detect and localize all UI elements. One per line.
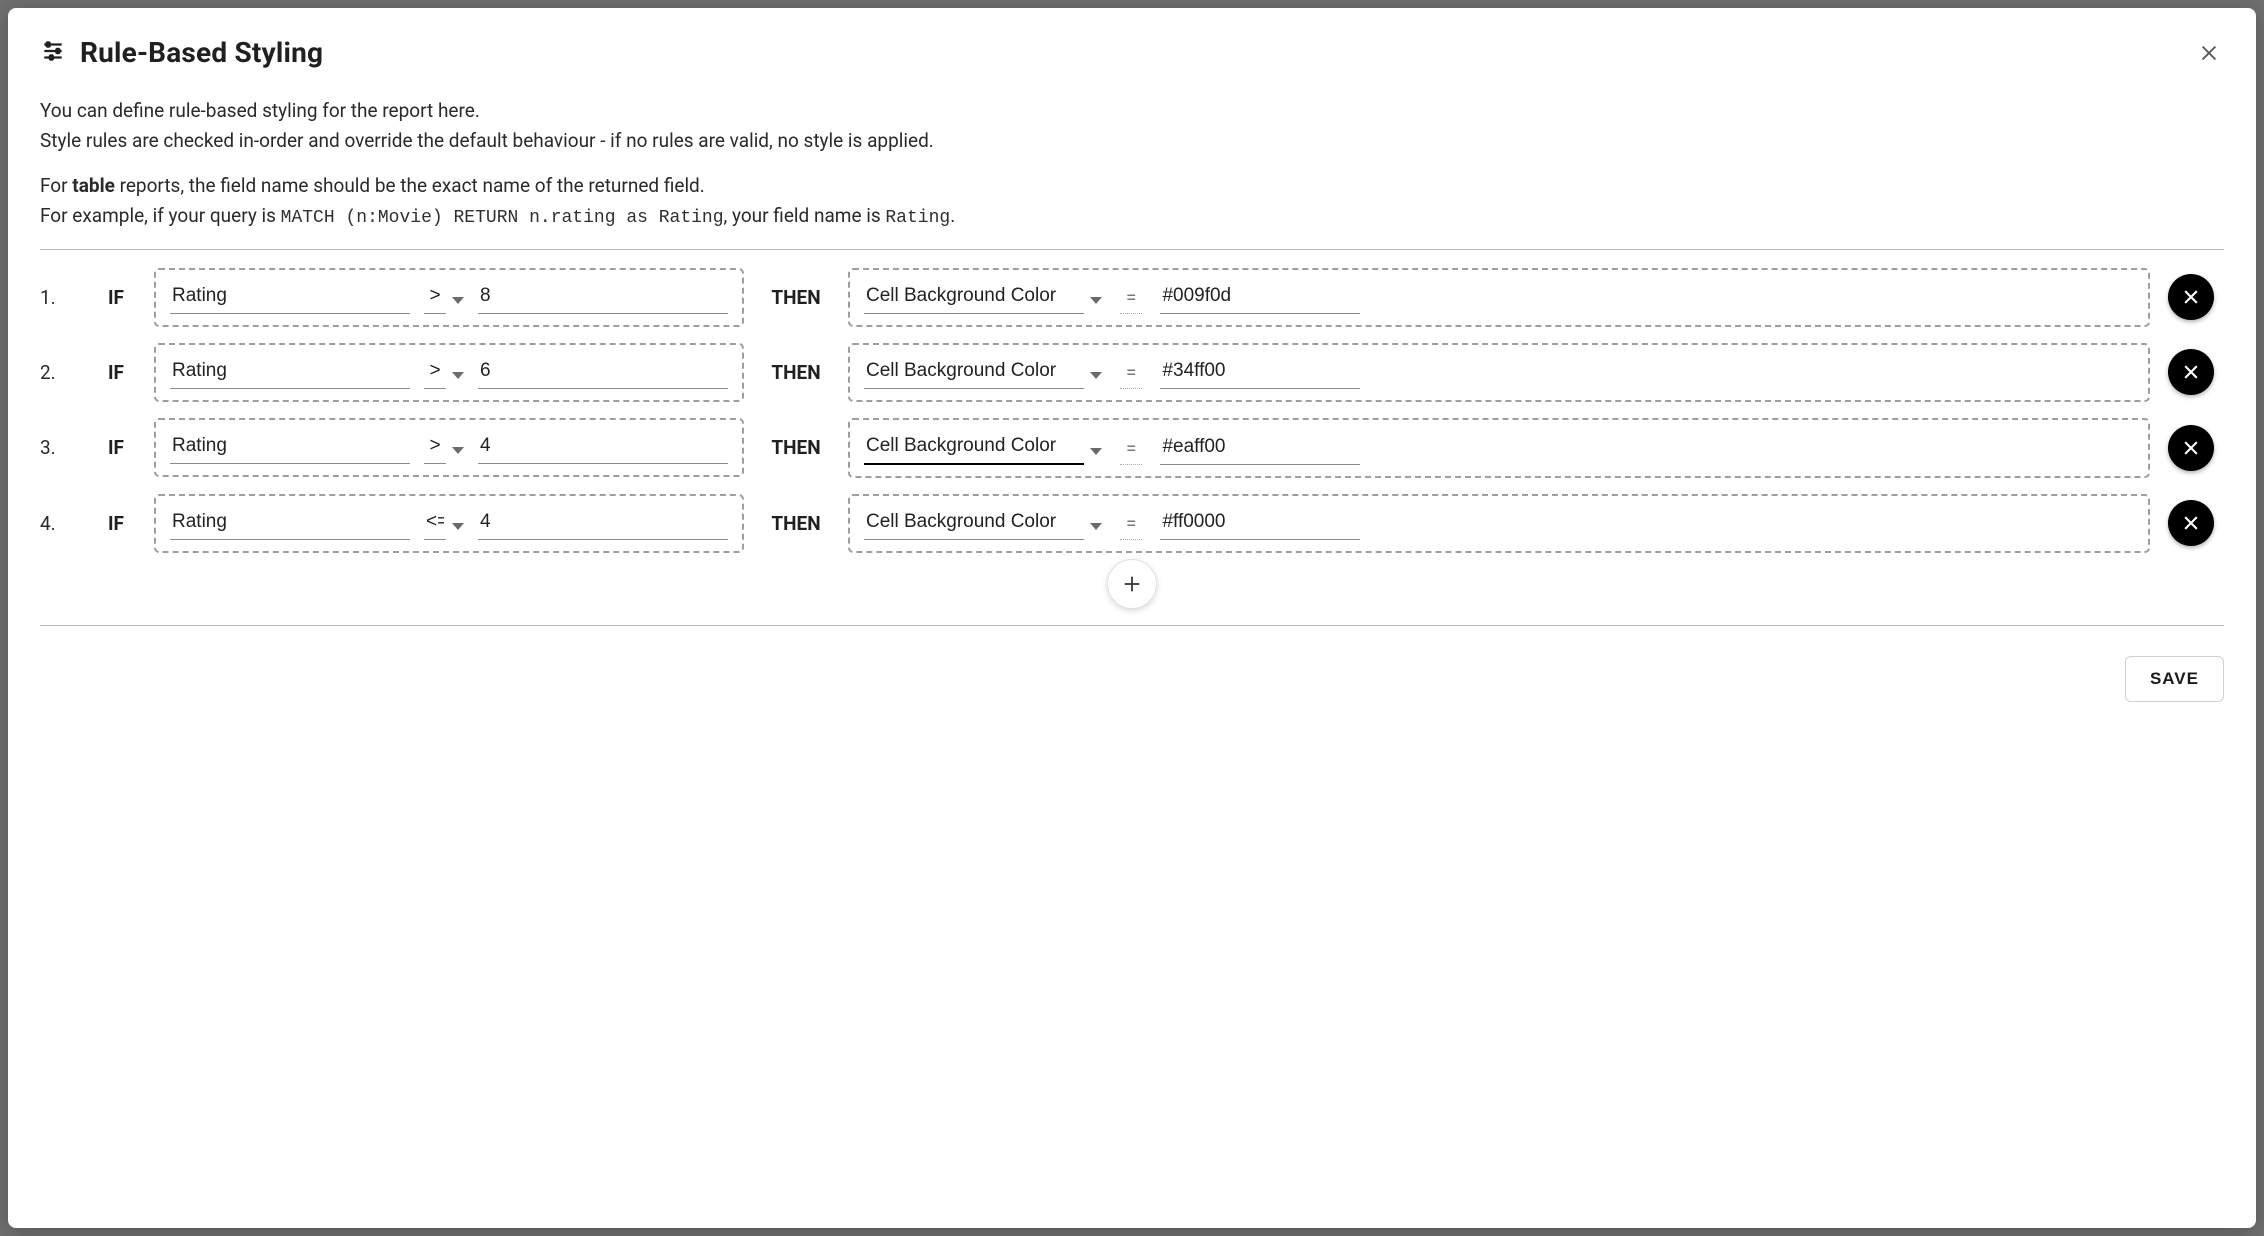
target-select[interactable] [864,281,1102,314]
operator-select[interactable] [424,356,464,389]
then-keyword: THEN [762,436,830,459]
value-input[interactable] [478,356,728,389]
operator-input[interactable] [424,281,446,314]
example-query-code: MATCH (n:Movie) RETURN n.rating as Ratin… [281,208,724,228]
target-select[interactable] [864,431,1102,465]
add-rule-button[interactable] [1107,559,1157,609]
rule-row: 3. IF THEN = [40,418,2224,478]
dialog-footer: SAVE [40,656,2224,702]
result-value-input[interactable] [1160,281,1360,314]
chevron-down-icon[interactable] [452,447,464,454]
target-input[interactable] [864,356,1084,389]
chevron-down-icon[interactable] [1090,372,1102,379]
close-icon [2181,287,2201,307]
field-name-input[interactable] [170,507,410,540]
operator-select[interactable] [424,431,464,464]
operator-input[interactable] [424,356,446,389]
result-value-input[interactable] [1160,356,1360,389]
close-button[interactable] [2194,38,2224,68]
chevron-down-icon[interactable] [452,297,464,304]
field-name-input[interactable] [170,356,410,389]
example-field-code: Rating [885,208,950,228]
then-keyword: THEN [762,361,830,384]
equals-sign[interactable]: = [1120,437,1142,465]
rule-index: 1. [40,286,78,309]
if-keyword: IF [96,286,136,309]
condition-group [154,418,744,477]
rule-styling-dialog: Rule-Based Styling You can define rule-b… [8,8,2256,1228]
target-select[interactable] [864,356,1102,389]
footer-divider [40,625,2224,626]
delete-rule-button[interactable] [2168,274,2214,320]
delete-rule-button[interactable] [2168,425,2214,471]
chevron-down-icon[interactable] [452,523,464,530]
equals-sign[interactable]: = [1120,361,1142,389]
equals-sign[interactable]: = [1120,512,1142,540]
result-value-input[interactable] [1160,432,1360,465]
delete-rule-button[interactable] [2168,500,2214,546]
close-icon [2181,362,2201,382]
section-divider [40,249,2224,250]
operator-input[interactable] [424,431,446,464]
close-icon [2181,438,2201,458]
condition-group [154,494,744,553]
target-input[interactable] [864,281,1084,314]
value-input[interactable] [478,507,728,540]
save-button[interactable]: SAVE [2125,656,2224,702]
intro-line-1: You can define rule-based styling for th… [40,97,2224,125]
equals-sign[interactable]: = [1120,286,1142,314]
chevron-down-icon[interactable] [452,372,464,379]
operator-input[interactable] [424,507,446,540]
then-keyword: THEN [762,286,830,309]
plus-icon [1121,573,1143,595]
rule-index: 2. [40,361,78,384]
dialog-header: Rule-Based Styling [40,36,2224,69]
condition-group [154,343,744,402]
result-group: = [848,418,2150,478]
value-input[interactable] [478,281,728,314]
field-name-input[interactable] [170,431,410,464]
operator-select[interactable] [424,507,464,540]
target-input[interactable] [864,507,1084,540]
field-name-input[interactable] [170,281,410,314]
rule-row: 1. IF THEN = [40,268,2224,327]
dialog-title: Rule-Based Styling [80,36,323,69]
if-keyword: IF [96,361,136,384]
delete-rule-button[interactable] [2168,349,2214,395]
intro-line-2: Style rules are checked in-order and ove… [40,127,2224,155]
close-icon [2181,513,2201,533]
rule-index: 4. [40,512,78,535]
value-input[interactable] [478,431,728,464]
intro-text: You can define rule-based styling for th… [40,97,2224,231]
result-value-input[interactable] [1160,507,1360,540]
condition-group [154,268,744,327]
operator-select[interactable] [424,281,464,314]
chevron-down-icon[interactable] [1090,297,1102,304]
result-group: = [848,343,2150,402]
chevron-down-icon[interactable] [1090,523,1102,530]
target-select[interactable] [864,507,1102,540]
if-keyword: IF [96,436,136,459]
rule-row: 4. IF THEN = [40,494,2224,553]
rule-index: 3. [40,436,78,459]
if-keyword: IF [96,512,136,535]
rules-list: 1. IF THEN = 2. IF THEN = 3. IF THEN = 4. IF THEN = [40,268,2224,553]
then-keyword: THEN [762,512,830,535]
result-group: = [848,494,2150,553]
chevron-down-icon[interactable] [1090,448,1102,455]
tune-icon [40,38,66,68]
rule-row: 2. IF THEN = [40,343,2224,402]
result-group: = [848,268,2150,327]
intro-line-3: For table reports, the field name should… [40,172,2224,200]
intro-line-4: For example, if your query is MATCH (n:M… [40,202,2224,231]
target-input[interactable] [864,431,1084,465]
close-icon [2198,42,2220,64]
